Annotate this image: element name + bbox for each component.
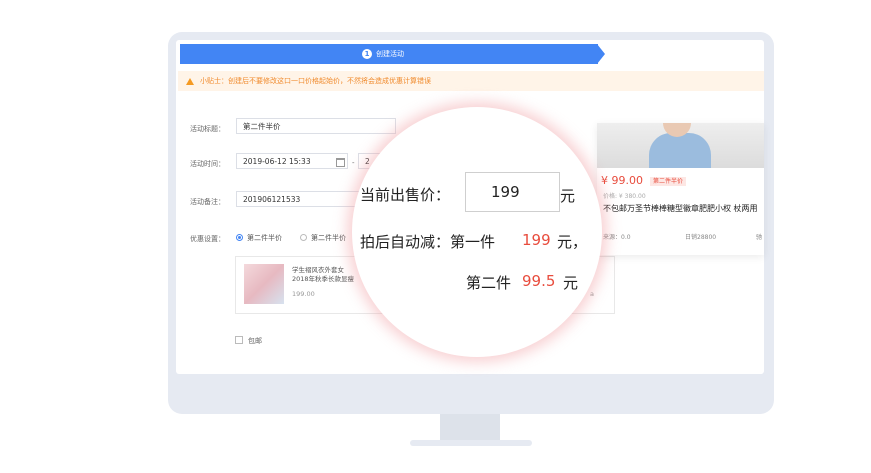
step-label: 创建活动 (376, 50, 404, 58)
card-price-tag: 第二件半价 (650, 177, 687, 186)
second-item-suffix: 元 (563, 274, 579, 292)
product-extra: a (590, 290, 594, 298)
current-price-unit: 元 (560, 187, 576, 205)
discount-radio-1[interactable] (236, 234, 243, 241)
second-item-label: 第二件 (466, 274, 512, 292)
remark-label: 活动备注： (190, 198, 225, 206)
monitor-neck (440, 414, 500, 442)
tip-notice: 小贴士：创建后不要修改这口一口价格起始价，不然将会造成优惠计算错误 (178, 71, 764, 91)
title-label: 活动标题： (190, 125, 225, 133)
product-thumbnail (244, 264, 284, 304)
tip-text: 小贴士：创建后不要修改这口一口价格起始价，不然将会造成优惠计算错误 (200, 77, 431, 85)
current-price-value: 199 (491, 183, 520, 201)
time-label: 活动时间： (190, 160, 225, 168)
card-title: 不包邮万圣节棒棒糖型徽章肥肥小权 杖两用 (603, 204, 758, 213)
current-price-label: 当前出售价： (360, 186, 451, 204)
warning-icon (186, 77, 194, 85)
card-meta-left: 来源：0.0 (603, 234, 631, 241)
auto-reduce-label: 拍后自动减：第一件 (360, 233, 496, 251)
card-price: ¥ 99.00 (601, 174, 643, 187)
card-meta-mid: 日销28800 (685, 234, 717, 241)
first-item-suffix: 元， (557, 233, 588, 251)
monitor-base (410, 440, 532, 446)
free-shipping-label: 包邮 (248, 337, 262, 345)
discount-label: 优惠设置： (190, 235, 225, 243)
model-figure (649, 133, 711, 168)
first-item-value: 199 (522, 231, 551, 249)
discount-option-2[interactable]: 第二件半价 (311, 233, 346, 243)
product-preview-image (597, 123, 764, 168)
product-name-line1: 学生褶风衣外套女 (292, 266, 344, 274)
calendar-icon[interactable] (336, 158, 345, 167)
free-shipping-checkbox[interactable] (235, 336, 243, 344)
product-name-line2: 2018年秋季长款显瘦 (292, 275, 355, 283)
step-number: 1 (362, 49, 372, 59)
step-create-activity[interactable]: 1 创建活动 (362, 47, 404, 61)
title-input[interactable]: 第二件半价 (236, 118, 396, 134)
start-time-input[interactable]: 2019-06-12 15:33 (236, 153, 348, 169)
second-item-value: 99.5 (522, 272, 556, 290)
time-separator: - (352, 159, 355, 167)
discount-radio-2[interactable] (300, 234, 307, 241)
product-price: 199.00 (292, 290, 315, 298)
step-arrow (597, 44, 605, 64)
card-meta-right: 驰 (756, 234, 763, 241)
card-original-price: 价格: ¥ 380.00 (603, 193, 646, 200)
discount-option-1[interactable]: 第二件半价 (247, 233, 282, 243)
remark-input[interactable]: 201906121533 (236, 191, 360, 207)
